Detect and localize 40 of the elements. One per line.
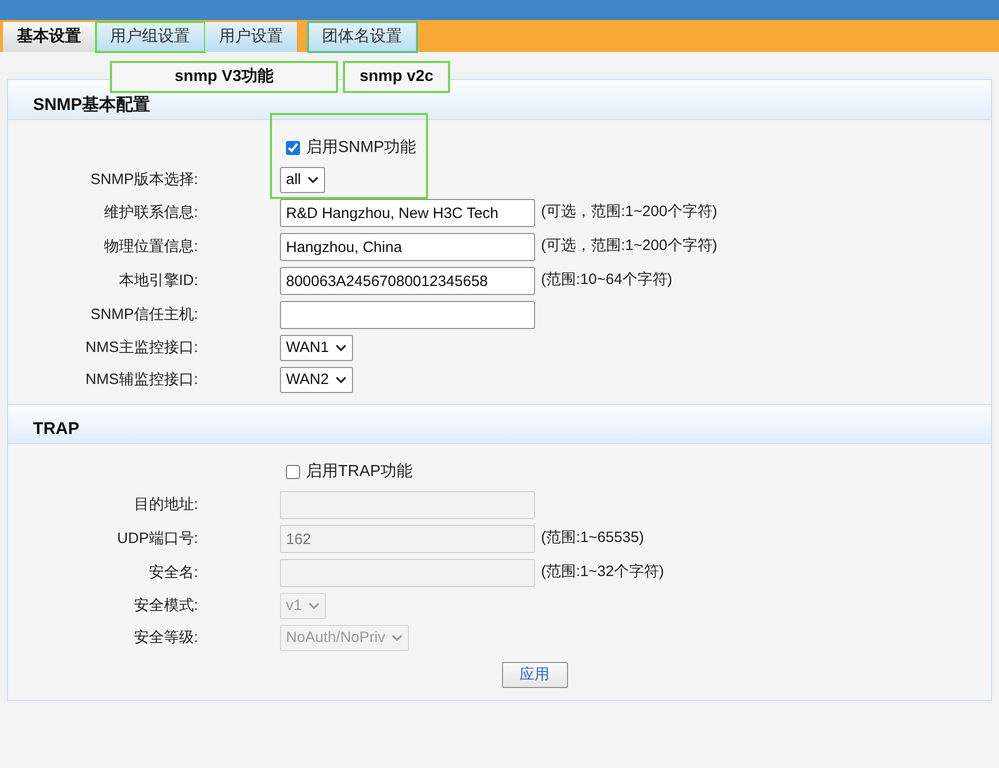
field-label: SNMP信任主机: [89,304,198,325]
apply-button[interactable]: 应用 [502,662,568,688]
tab[interactable]: 团体名设置 [308,22,417,52]
text-field[interactable]: R&D Hangzhou, New H3C Tech [280,199,535,227]
text-field[interactable]: Hangzhou, China [280,233,535,261]
section-header: TRAP [8,404,991,444]
tab[interactable]: 用户组设置 [96,22,205,52]
dropdown[interactable]: WAN1 [280,335,353,361]
dropdown[interactable]: all [280,167,326,193]
checkbox-label: 启用TRAP功能 [306,462,413,482]
field-label: 维护联系信息: [102,202,198,223]
field-label: 目的地址: [132,494,198,515]
chevron-down-icon [307,176,320,184]
text-field[interactable]: 800063A24567080012345658 [280,267,535,295]
field-label: 安全模式: [132,596,198,616]
chevron-down-icon [308,602,320,610]
checkbox[interactable] [286,141,300,155]
range-hint: (可选，范围:1~200个字符) [541,202,718,222]
dropdown[interactable]: WAN2 [280,367,353,393]
tab[interactable]: 用户设置 [205,22,298,52]
chevron-down-icon [334,344,347,352]
checkbox[interactable] [286,465,300,479]
range-hint: (范围:10~64个字符) [541,270,674,290]
text-field[interactable] [280,301,535,329]
chevron-down-icon [334,376,347,384]
tab[interactable]: 基本设置 [3,22,96,52]
field-label: UDP端口号: [116,528,198,549]
range-hint: (范围:1~32个字符) [541,562,665,582]
field-label: SNMP版本选择: [89,170,198,190]
field-label: 物理位置信息: [102,236,198,257]
field-label: 安全名: [148,562,198,583]
field-label: NMS主监控接口: [84,338,198,358]
range-hint: (范围:1~65535) [541,528,645,548]
field-label: NMS辅监控接口: [84,370,198,390]
annotation-label: snmp v2c [343,61,450,93]
range-hint: (可选，范围:1~200个字符) [541,236,718,256]
chevron-down-icon [391,634,404,642]
field-label: 本地引擎ID: [118,270,198,291]
field-label: 安全等级: [132,628,198,648]
checkbox-label: 启用SNMP功能 [306,138,416,158]
